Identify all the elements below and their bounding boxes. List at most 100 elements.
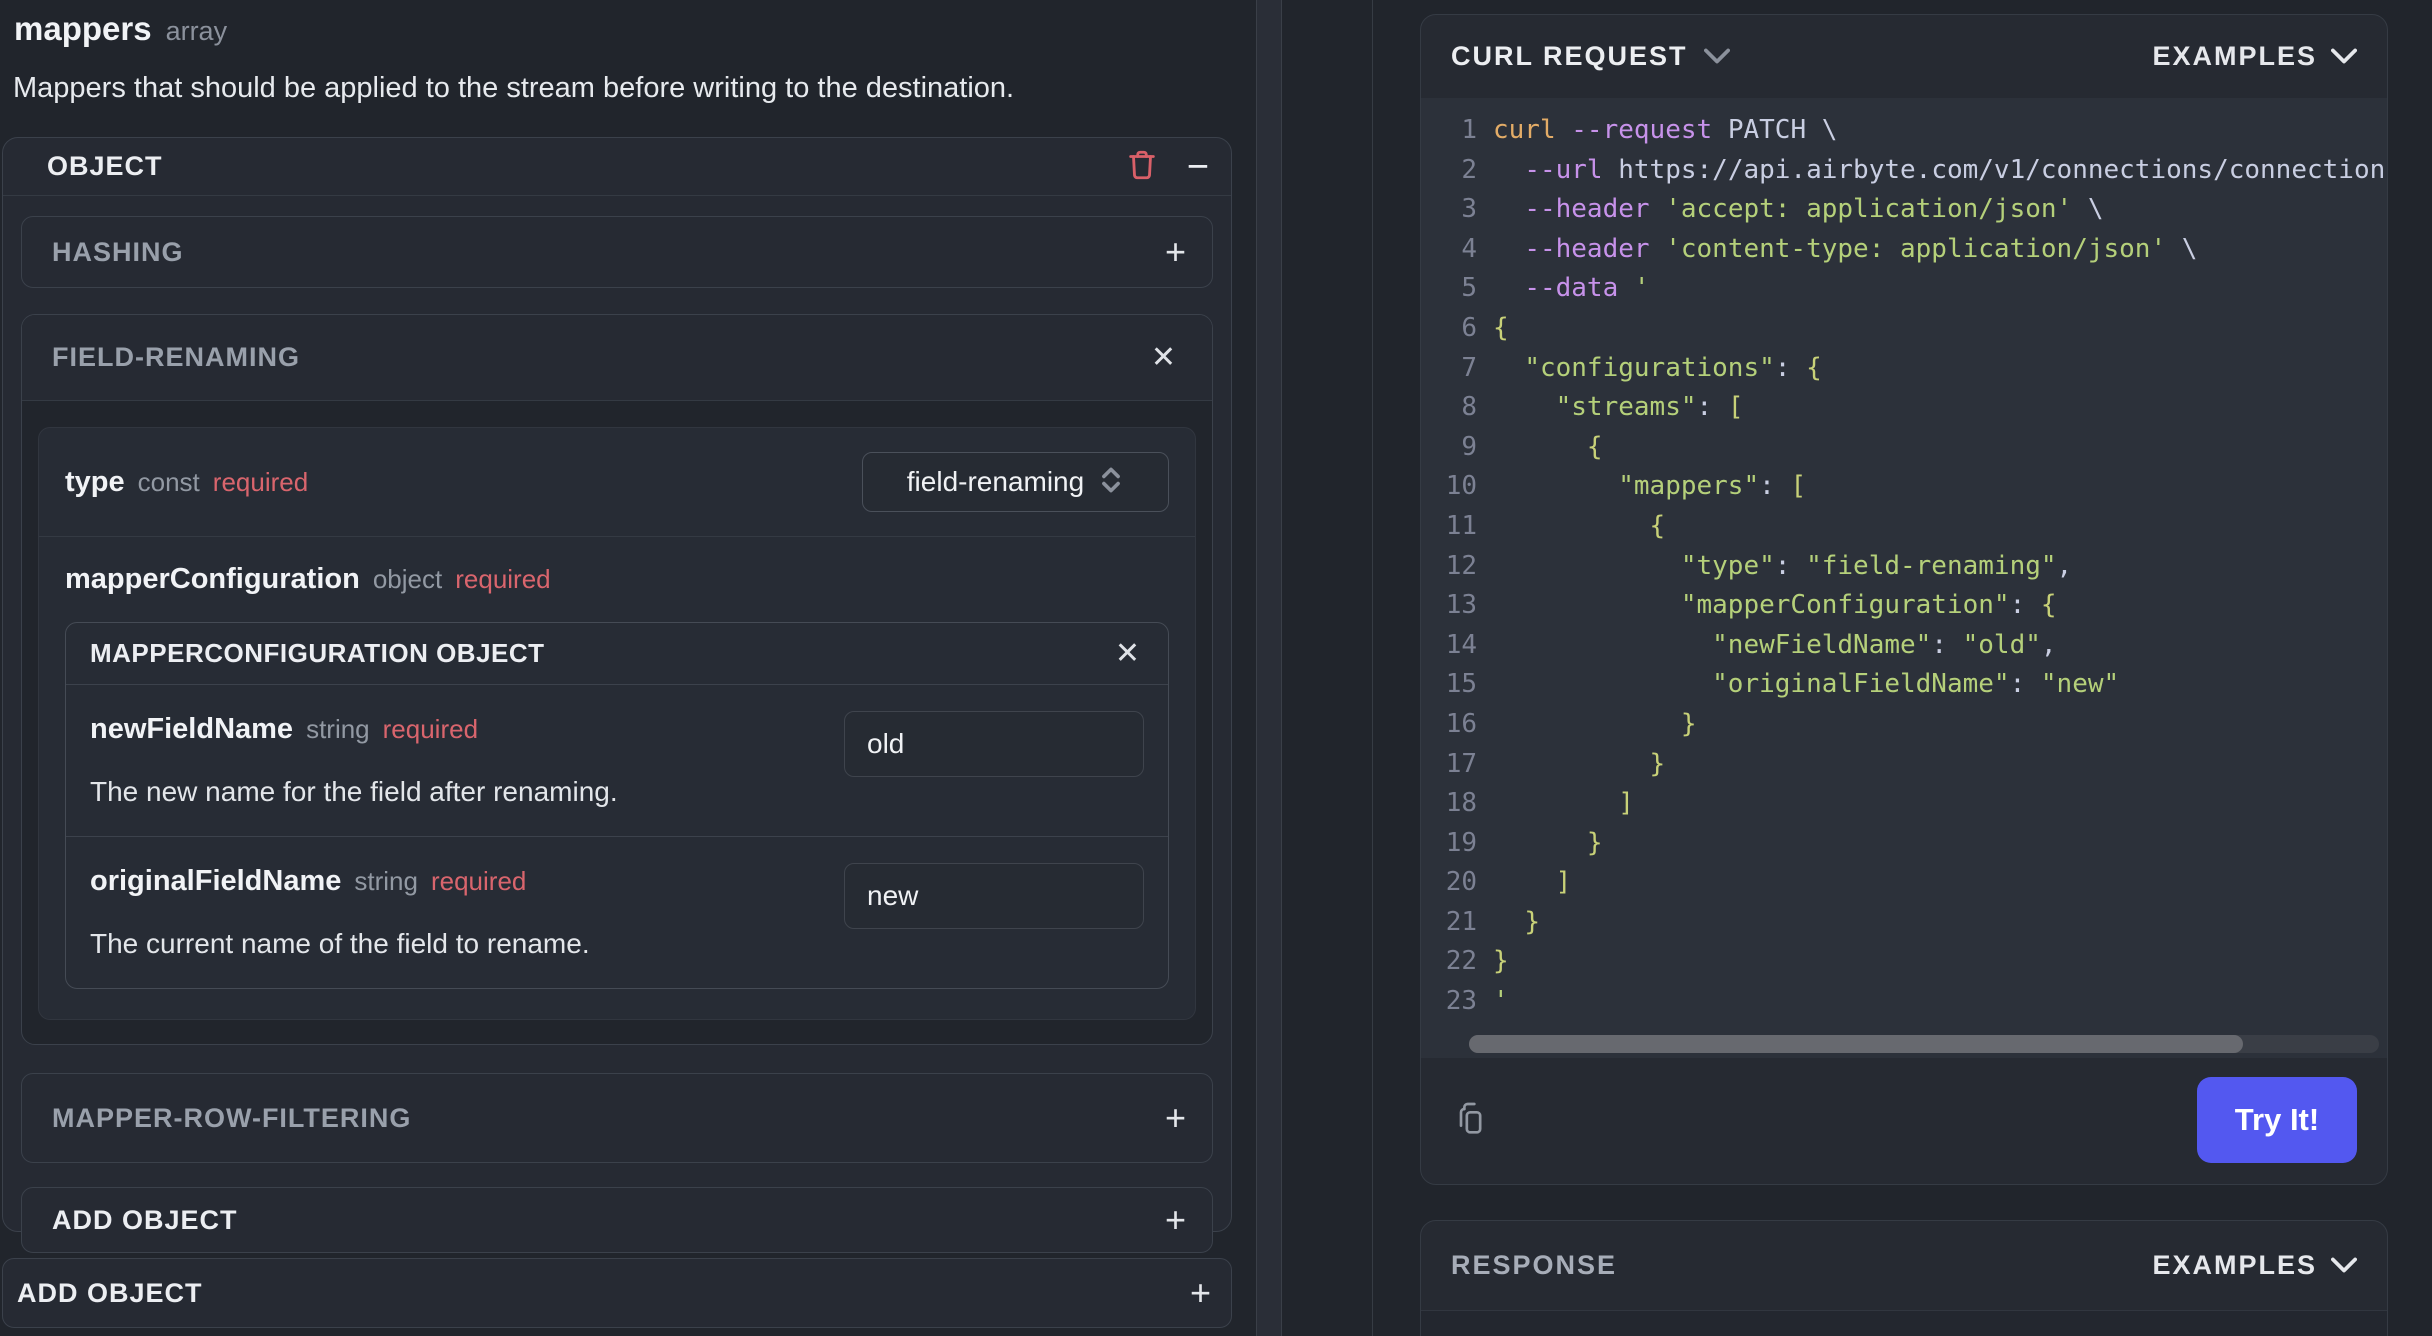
code-line: 18 ] (1421, 784, 2387, 824)
add-object-button-inner[interactable]: ADD OBJECT + (21, 1187, 1213, 1253)
curl-request-header: CURL REQUEST EXAMPLES (1421, 15, 2387, 98)
line-number: 18 (1445, 788, 1477, 819)
delete-object-button[interactable] (1125, 147, 1159, 186)
plus-icon[interactable]: + (1190, 1275, 1211, 1311)
originalfieldname-input[interactable] (844, 863, 1144, 929)
curl-request-card: CURL REQUEST EXAMPLES 1 curl --request PA… (1420, 14, 2388, 1185)
add-object-button-outer[interactable]: ADD OBJECT + (2, 1258, 1232, 1328)
schema-panel: mappers array Mappers that should be app… (0, 0, 1255, 1336)
code-line: 17 } (1421, 745, 2387, 785)
plus-icon[interactable]: + (1165, 1202, 1186, 1238)
line-number: 4 (1461, 233, 1477, 264)
copy-code-button[interactable] (1451, 1097, 1491, 1144)
code-line: 23 ' (1421, 982, 2387, 1022)
object-card-header: OBJECT − (3, 138, 1231, 196)
column-divider (1372, 0, 1373, 1336)
chevron-down-icon (1703, 41, 1730, 72)
field-renaming-label: FIELD-RENAMING (52, 342, 300, 372)
chevron-down-icon (2331, 1250, 2357, 1281)
field-description: Mappers that should be applied to the st… (13, 72, 1015, 104)
field-title: mappers array (14, 10, 227, 48)
curl-examples-label: EXAMPLES (2152, 41, 2317, 71)
code-line: 11 { (1421, 507, 2387, 547)
line-number: 1 (1461, 115, 1477, 145)
field-name: mappers (14, 10, 152, 47)
response-card: RESPONSE EXAMPLES (1420, 1220, 2388, 1336)
code-lines: 1 curl --request PATCH \ 2 --url https://a… (1421, 111, 2387, 1022)
curl-request-toggle[interactable]: CURL REQUEST (1451, 41, 1730, 72)
mapperconfiguration-object-header: MAPPERCONFIGURATION OBJECT ✕ (66, 623, 1168, 685)
horizontal-scrollbar-thumb[interactable] (1469, 1035, 2243, 1053)
mapper-configuration-row: mapperConfiguration object required MAPP… (39, 537, 1195, 1019)
code-line: 22} (1421, 942, 2387, 982)
newfieldname-input[interactable] (844, 711, 1144, 777)
line-number: 11 (1445, 510, 1477, 541)
code-line: 1 curl --request PATCH \ (1421, 111, 2387, 151)
updown-chevron-icon (1098, 464, 1124, 501)
close-icon[interactable]: ✕ (1115, 638, 1140, 669)
code-line: 3 --header 'accept: application/json' \ (1421, 190, 2387, 230)
line-number: 15 (1445, 669, 1477, 700)
line-number: 3 (1461, 194, 1477, 225)
code-line: 12 "type": "field-renaming", (1421, 547, 2387, 587)
collapse-object-button[interactable]: − (1187, 148, 1209, 186)
plus-icon[interactable]: + (1165, 1100, 1186, 1136)
line-number: 9 (1461, 431, 1477, 462)
add-object-outer-label: ADD OBJECT (17, 1277, 203, 1308)
try-it-button[interactable]: Try It! (2197, 1077, 2357, 1163)
newfieldname-name: newFieldName (90, 713, 294, 745)
code-line: 8 "streams": [ (1421, 388, 2387, 428)
add-object-inner-label: ADD OBJECT (52, 1204, 238, 1235)
curl-request-title: CURL REQUEST (1451, 41, 1688, 71)
code-line: 10 "mappers": [ (1421, 467, 2387, 507)
originalfieldname-required: required (430, 866, 527, 896)
response-header: RESPONSE EXAMPLES (1421, 1221, 2387, 1311)
horizontal-scrollbar[interactable] (1469, 1035, 2379, 1053)
code-line: 20 ] (1421, 863, 2387, 903)
trash-icon (1125, 147, 1159, 186)
field-renaming-properties: type const required field-renaming mappe… (38, 427, 1196, 1020)
newfieldname-kind: string (306, 714, 370, 744)
line-number: 5 (1461, 273, 1477, 304)
hashing-section[interactable]: HASHING + (21, 216, 1213, 288)
type-property-required: required (212, 466, 309, 497)
type-property-kind: const (137, 466, 200, 497)
object-card-title: OBJECT (47, 151, 163, 181)
type-select[interactable]: field-renaming (862, 452, 1169, 512)
line-number: 13 (1445, 590, 1477, 621)
response-examples-button[interactable]: EXAMPLES (2152, 1250, 2357, 1281)
mapper-configuration-required: required (455, 564, 551, 594)
line-number: 20 (1445, 867, 1477, 898)
line-number: 7 (1461, 352, 1477, 383)
code-line: 16 } (1421, 705, 2387, 745)
close-icon[interactable]: ✕ (1151, 342, 1176, 373)
plus-icon[interactable]: + (1165, 234, 1186, 270)
response-examples-label: EXAMPLES (2152, 1250, 2317, 1280)
object-card-body: HASHING + FIELD-RENAMING ✕ type const re… (3, 196, 1231, 1271)
code-line: 6{ (1421, 309, 2387, 349)
code-line: 15 "originalFieldName": "new" (1421, 665, 2387, 705)
line-number: 22 (1445, 946, 1477, 977)
code-line: 19 } (1421, 824, 2387, 864)
line-number: 6 (1461, 312, 1477, 343)
line-number: 16 (1445, 708, 1477, 739)
minus-icon: − (1186, 145, 1209, 188)
chevron-down-icon (2331, 41, 2357, 72)
code-block: 1 curl --request PATCH \ 2 --url https://a… (1421, 98, 2387, 1058)
mapper-row-filtering-section[interactable]: MAPPER-ROW-FILTERING + (21, 1073, 1213, 1163)
code-line: 14 "newFieldName": "old", (1421, 626, 2387, 666)
code-examples-panel: CURL REQUEST EXAMPLES 1 curl --request PA… (1420, 0, 2388, 1336)
originalfieldname-row: originalFieldName string required The cu… (66, 836, 1168, 988)
mapperconfiguration-object-title: MAPPERCONFIGURATION OBJECT (90, 638, 545, 668)
code-line: 21 } (1421, 903, 2387, 943)
originalfieldname-name: originalFieldName (90, 865, 342, 897)
field-type-badge: array (165, 16, 228, 46)
newfieldname-required: required (382, 714, 479, 744)
originalfieldname-description: The current name of the field to rename. (90, 928, 590, 959)
mapperconfiguration-object-box: MAPPERCONFIGURATION OBJECT ✕ newFieldNam… (65, 622, 1169, 989)
response-body (1421, 1311, 2387, 1336)
curl-examples-button[interactable]: EXAMPLES (2152, 41, 2357, 72)
vertical-scrollbar[interactable] (1256, 0, 1282, 1336)
code-line: 7 "configurations": { (1421, 349, 2387, 389)
type-property-name: type (65, 465, 125, 498)
